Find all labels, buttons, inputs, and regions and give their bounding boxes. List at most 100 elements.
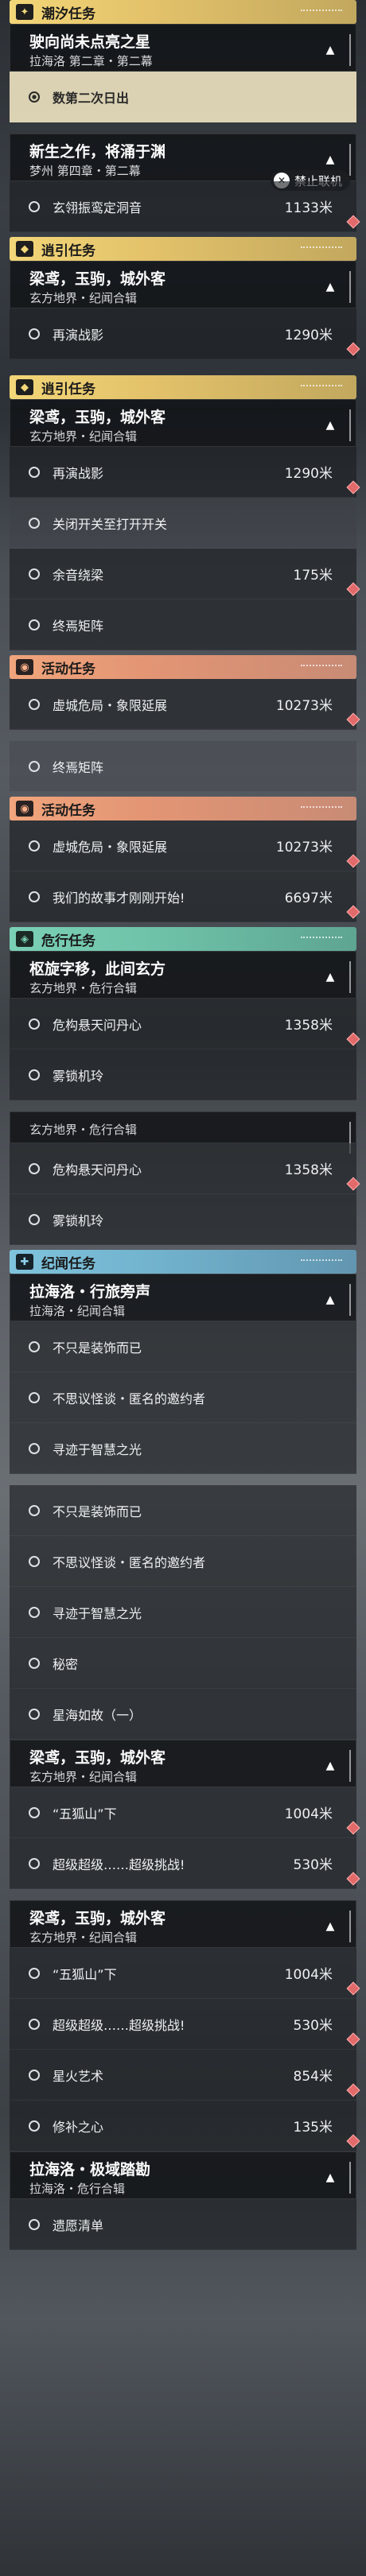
collapse-icon[interactable]: ▲ <box>319 1289 341 1311</box>
objective-radio-icon[interactable] <box>29 1391 40 1403</box>
objective-radio-icon[interactable] <box>29 890 40 902</box>
category-header[interactable]: ◉ 活动任务 <box>10 797 356 821</box>
objective-name: 不只是装饰而已 <box>53 1340 142 1356</box>
objective-name: 不思议怪谈・匿名的邀约者 <box>53 1554 206 1570</box>
objective-radio-icon[interactable] <box>29 1018 40 1030</box>
objective-row[interactable]: 不思议怪谈・匿名的邀约者 <box>10 1372 356 1423</box>
objective-radio-icon[interactable] <box>29 760 40 772</box>
objective-radio-icon[interactable] <box>29 2218 40 2230</box>
objective-radio-icon[interactable] <box>29 200 40 212</box>
objective-row[interactable]: 寻迹于智慧之光 <box>10 1423 356 1474</box>
category-header[interactable]: ◈ 危行任务 <box>10 927 356 951</box>
objective-radio-icon[interactable] <box>29 1967 40 1979</box>
collapse-icon[interactable]: ▲ <box>319 414 341 436</box>
objective-row[interactable]: 虚城危局・象限延展 10273米 <box>10 821 360 871</box>
objective-row[interactable]: 超级超级……超级挑战! 530米 <box>10 1838 360 1889</box>
objective-distance: 10273米 <box>275 698 333 714</box>
objective-radio-icon[interactable] <box>29 698 40 710</box>
objective-radio-icon[interactable] <box>29 1606 40 1618</box>
objective-row[interactable]: 不只是装饰而已 <box>10 1485 356 1536</box>
objective-name: 星火艺术 <box>53 2068 104 2084</box>
waypoint-gem-icon <box>346 480 360 495</box>
objective-row[interactable]: 危构悬天问丹心 1358米 <box>10 1143 360 1194</box>
objective-row[interactable]: 我们的故事才刚刚开始! 6697米 <box>10 871 360 922</box>
objective-row[interactable]: 数第二次日出 <box>10 72 356 122</box>
category-header[interactable]: ✚ 纪闻任务 <box>10 1250 356 1274</box>
objective-name: 危构悬天问丹心 <box>53 1162 142 1177</box>
collapse-icon[interactable]: ▲ <box>319 1755 341 1777</box>
objective-radio-icon[interactable] <box>29 1442 40 1454</box>
objective-row[interactable]: 终焉矩阵 <box>10 599 356 650</box>
objective-radio-icon[interactable] <box>29 1657 40 1669</box>
category-header[interactable]: ◉ 活动任务 <box>10 655 356 679</box>
objective-radio-icon[interactable] <box>29 328 40 339</box>
quest-subtitle: 拉海洛・危行合辑 <box>29 2182 126 2196</box>
objective-radio-icon[interactable] <box>29 1555 40 1567</box>
quest-list[interactable]: ✦ 潮汐任务 驶向尚未点亮之星 拉海洛 第二章・第二幕 ▲ 数第二次日出 新生之作，将涌于渊… <box>0 0 366 2250</box>
category-deco <box>301 1259 342 1265</box>
quest-card[interactable]: 枢旋字移，此间玄方 玄方地界・危行合辑 ▲ <box>10 951 356 999</box>
objective-radio-icon[interactable] <box>29 466 40 478</box>
quest-card[interactable]: 梁鸢，玉驹，城外客 玄方地界・纪闻合辑 ▲ <box>10 261 356 308</box>
objective-row[interactable]: 再演战影 1290米 <box>10 308 360 359</box>
objective-row[interactable]: 虚城危局・象限延展 10273米 <box>10 679 360 730</box>
objective-name: 星海如故（一） <box>53 1707 142 1723</box>
objective-radio-icon[interactable] <box>29 840 40 852</box>
objective-row[interactable]: 秘密 <box>10 1638 356 1689</box>
objective-row[interactable]: 不只是装饰而已 <box>10 1321 356 1372</box>
objective-row[interactable]: 超级超级……超级挑战! 530米 <box>10 1999 360 2050</box>
collapse-icon[interactable]: ▲ <box>319 2167 341 2189</box>
objective-radio-icon[interactable] <box>29 2069 40 2081</box>
collapse-icon[interactable]: ▲ <box>319 149 341 171</box>
collapse-icon[interactable]: ▲ <box>319 1915 341 1938</box>
objective-radio-icon[interactable] <box>29 1069 40 1080</box>
objective-radio-icon[interactable] <box>29 91 40 103</box>
objective-radio-icon[interactable] <box>29 1213 40 1225</box>
quest-card[interactable]: 玄方地界・危行合辑▲ <box>10 1111 356 1154</box>
quest-card[interactable]: 拉海洛・极域踏勘 拉海洛・危行合辑 ▲ <box>10 2151 356 2199</box>
objective-radio-icon[interactable] <box>29 619 40 630</box>
objective-radio-icon[interactable] <box>29 1708 40 1720</box>
objective-row[interactable]: 雾锁机玲 <box>10 1194 356 1245</box>
objective-row[interactable]: 星海如故（一） <box>10 1689 356 1740</box>
objective-row[interactable]: 星火艺术 854米 <box>10 2050 360 2101</box>
objective-radio-icon[interactable] <box>29 517 40 529</box>
objective-row[interactable]: “五狐山”下 1004米 <box>10 1787 360 1838</box>
objective-radio-icon[interactable] <box>29 1504 40 1516</box>
objective-row[interactable]: 再演战影 1290米 <box>10 447 360 498</box>
objective-radio-icon[interactable] <box>29 1162 40 1174</box>
objective-row[interactable]: 不思议怪谈・匿名的邀约者 <box>10 1536 356 1587</box>
collapse-icon[interactable]: ▲ <box>319 966 341 988</box>
quest-card[interactable]: 驶向尚未点亮之星 拉海洛 第二章・第二幕 ▲ <box>10 24 356 72</box>
objective-row[interactable]: 玄翎振鸾定洞音 1133米 <box>10 181 360 232</box>
objective-row[interactable]: 危构悬天问丹心 1358米 <box>10 999 360 1049</box>
quest-card[interactable]: 拉海洛・行旅旁声 拉海洛・纪闻合辑 ▲ <box>10 1274 356 1321</box>
objective-row[interactable]: 雾锁机玲 <box>10 1049 356 1100</box>
quest-subtitle: 拉海洛・纪闻合辑 <box>29 1304 126 1318</box>
quest-card[interactable]: 梁鸢，玉驹，城外客 玄方地界・纪闻合辑 ▲ <box>10 1740 356 1787</box>
objective-distance: 1358米 <box>284 1162 333 1178</box>
objective-radio-icon[interactable] <box>29 2018 40 2030</box>
objective-radio-icon[interactable] <box>29 1806 40 1818</box>
objective-radio-icon[interactable] <box>29 568 40 580</box>
objective-row[interactable]: 修补之心 135米 <box>10 2101 360 2151</box>
objective-row[interactable]: 终焉矩阵 <box>10 741 356 792</box>
objective-row[interactable]: 寻迹于智慧之光 <box>10 1587 356 1638</box>
quest-card[interactable]: 梁鸢，玉驹，城外客 玄方地界・纪闻合辑 ▲ <box>10 1900 356 1948</box>
objective-row[interactable]: 关闭开关至打开开关 <box>10 498 356 549</box>
objective-row[interactable]: 遗愿清单 <box>10 2199 356 2250</box>
objective-row[interactable]: “五狐山”下 1004米 <box>10 1948 360 1999</box>
objective-row[interactable]: 余音绕梁 175米 <box>10 549 360 599</box>
objective-radio-icon[interactable] <box>29 1857 40 1869</box>
objective-radio-icon[interactable] <box>29 1340 40 1352</box>
category-header[interactable]: ◆ 逍引任务 <box>10 375 356 399</box>
collapse-icon[interactable]: ▲ <box>319 276 341 298</box>
objective-name: 终焉矩阵 <box>53 618 104 634</box>
collapse-icon[interactable]: ▲ <box>319 39 341 61</box>
category-header[interactable]: ◆ 逍引任务 <box>10 237 356 261</box>
objective-radio-icon[interactable] <box>29 2120 40 2132</box>
category-header[interactable]: ✦ 潮汐任务 <box>10 0 356 24</box>
quest-card[interactable]: 梁鸢，玉驹，城外客 玄方地界・纪闻合辑 ▲ <box>10 399 356 447</box>
